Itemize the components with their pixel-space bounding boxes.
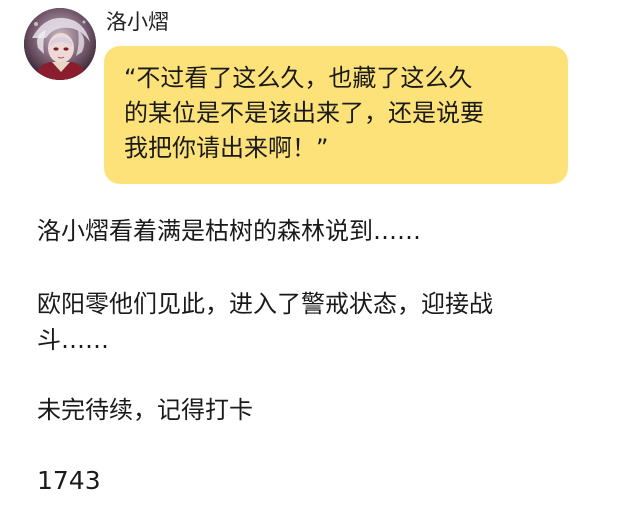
- message-bubble: “不过看了这么久，也藏了这么久 的某位是不是该出来了，还是说要 我把你请出来啊！…: [104, 46, 568, 184]
- to-be-continued-text: 未完待续，记得打卡: [37, 396, 253, 424]
- avatar[interactable]: [24, 8, 96, 80]
- chat-message: 洛小熠 “不过看了这么久，也藏了这么久 的某位是不是该出来了，还是说要 我把你请…: [0, 0, 640, 200]
- bubble-line: 我把你请出来啊！”: [124, 134, 329, 162]
- narration-paragraph: 欧阳零他们见此，进入了警戒状态，迎接战: [37, 290, 493, 318]
- bubble-line: “不过看了这么久，也藏了这么久: [124, 64, 473, 92]
- bubble-line: 的某位是不是该出来了，还是说要: [124, 99, 484, 127]
- narration-paragraph-continued: 斗……: [37, 326, 109, 354]
- narration-paragraph: 洛小熠看着满是枯树的森林说到……: [37, 217, 421, 245]
- anime-character-avatar-icon: [24, 8, 96, 80]
- number-text: 1743: [37, 466, 101, 495]
- speaker-name: 洛小熠: [106, 10, 169, 34]
